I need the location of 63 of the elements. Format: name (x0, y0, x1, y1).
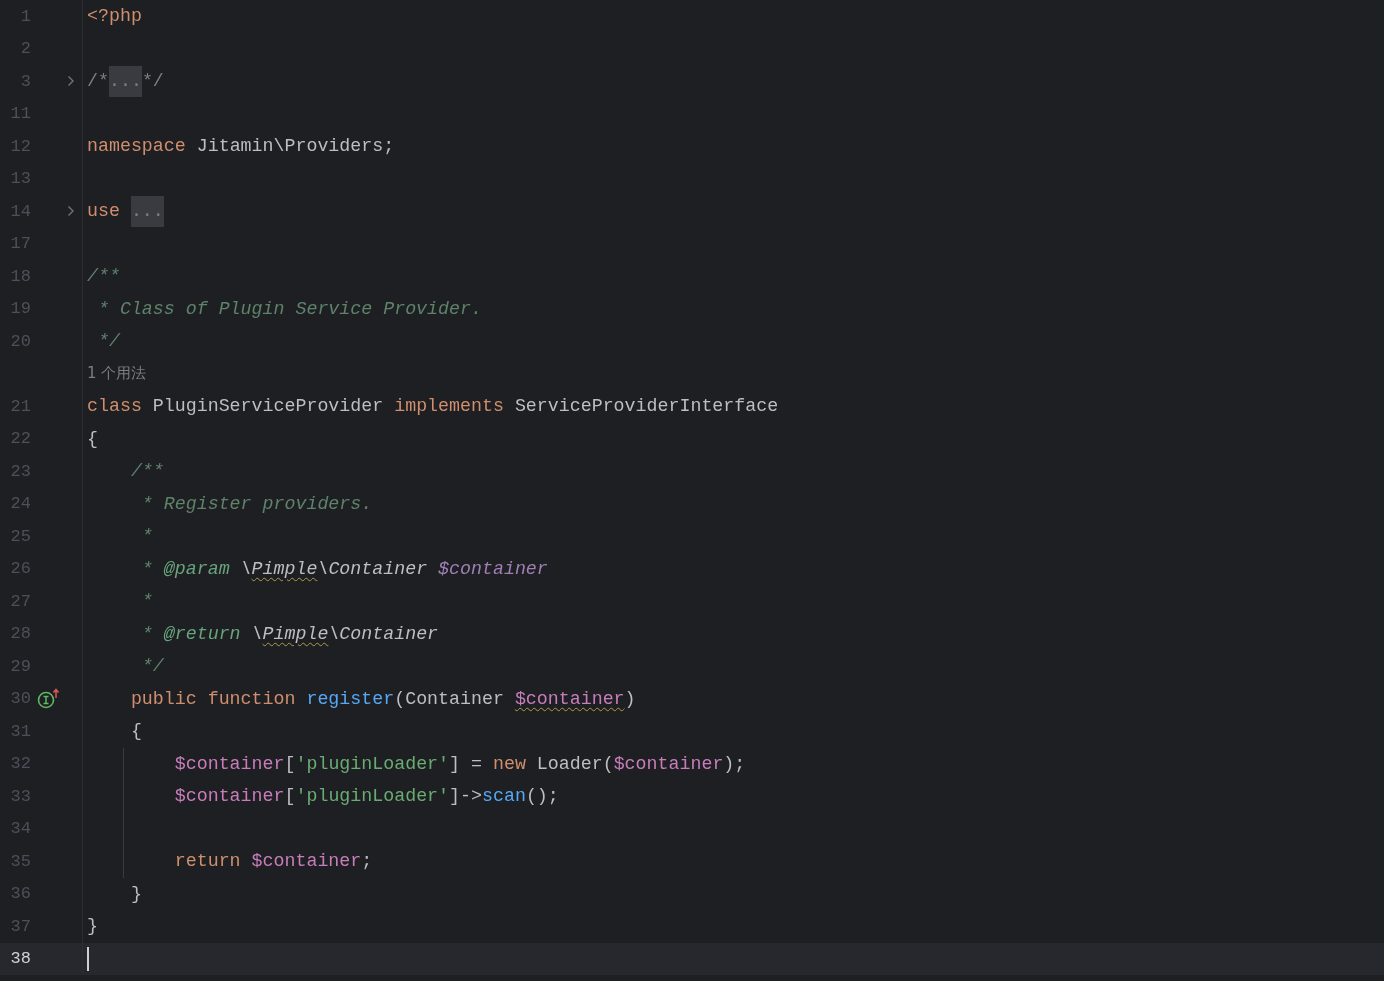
code-text: { (129, 721, 142, 742)
keyword-text: use (87, 201, 121, 222)
doc-comment-text: * Class of Plugin Service Provider. (96, 298, 482, 319)
underlined-doc-type-text: Pimple (262, 623, 329, 644)
code-text: { (87, 428, 98, 449)
doc-type-text: \Container (317, 558, 429, 579)
code-text: (Container (394, 688, 505, 709)
doc-comment-text: * (140, 591, 153, 612)
code-text: ServiceProviderInterface (513, 396, 779, 417)
code-text: Jitamin\Providers; (195, 136, 395, 157)
code-text: } (87, 916, 98, 937)
doc-tag-text: @return (163, 623, 241, 644)
method-name-text: register (306, 688, 395, 709)
variable-text: $container (251, 851, 362, 872)
doc-comment-text: * (140, 526, 153, 547)
text-caret (87, 946, 89, 971)
underlined-doc-type-text: Pimple (251, 558, 318, 579)
code-text: } (129, 883, 142, 904)
code-text: PluginServiceProvider (151, 396, 385, 417)
implements-method-icon[interactable] (37, 687, 61, 710)
code-text: ) (624, 688, 636, 709)
folded-code-placeholder[interactable]: ... (130, 195, 164, 227)
folded-code-placeholder[interactable]: ... (108, 65, 142, 97)
underlined-variable-text: $container (514, 688, 625, 709)
doc-comment-text: /** (129, 461, 164, 482)
keyword-text: new (492, 753, 526, 774)
keyword-text: implements (394, 396, 504, 417)
code-text: ] = (449, 753, 483, 774)
keyword-text: namespace (87, 136, 186, 157)
comment-text: /* (87, 71, 109, 92)
code-text: [ (284, 786, 296, 807)
code-text: ; (361, 851, 373, 872)
string-text: 'pluginLoader' (295, 753, 450, 774)
comment-text: */ (141, 71, 164, 92)
doc-tag-text: @param (163, 558, 230, 579)
fold-chevron-icon[interactable] (67, 205, 75, 218)
code-text: [ (284, 753, 296, 774)
variable-text: $container (173, 786, 285, 807)
fold-chevron-icon[interactable] (67, 75, 75, 88)
keyword-text: <?php (87, 6, 142, 27)
code-text: Loader( (535, 753, 614, 774)
keyword-text: return (173, 851, 242, 872)
code-text: ); (723, 753, 746, 774)
doc-comment-text: */ (140, 656, 164, 677)
doc-variable-text: $container (438, 558, 548, 579)
variable-text: $container (613, 753, 724, 774)
variable-text: $container (173, 753, 285, 774)
doc-type-text: \ (250, 623, 263, 644)
doc-comment-text: */ (96, 331, 120, 352)
doc-comment-text: * (140, 558, 154, 579)
doc-comment-text: * (140, 623, 154, 644)
line-number: 38 (9, 949, 31, 969)
doc-type-text: \Container (328, 623, 439, 644)
doc-comment-text: * Register providers. (140, 493, 373, 514)
method-name-text: scan (482, 786, 526, 807)
usages-hint[interactable]: 1 个用法 (87, 364, 147, 384)
doc-comment-text: /** (87, 266, 120, 287)
keyword-text: public function (129, 688, 297, 709)
string-text: 'pluginLoader' (295, 786, 450, 807)
code-text: ]-> (449, 786, 482, 807)
doc-type-text: \ (239, 558, 252, 579)
keyword-text: class (87, 396, 142, 417)
code-text: (); (525, 786, 559, 807)
